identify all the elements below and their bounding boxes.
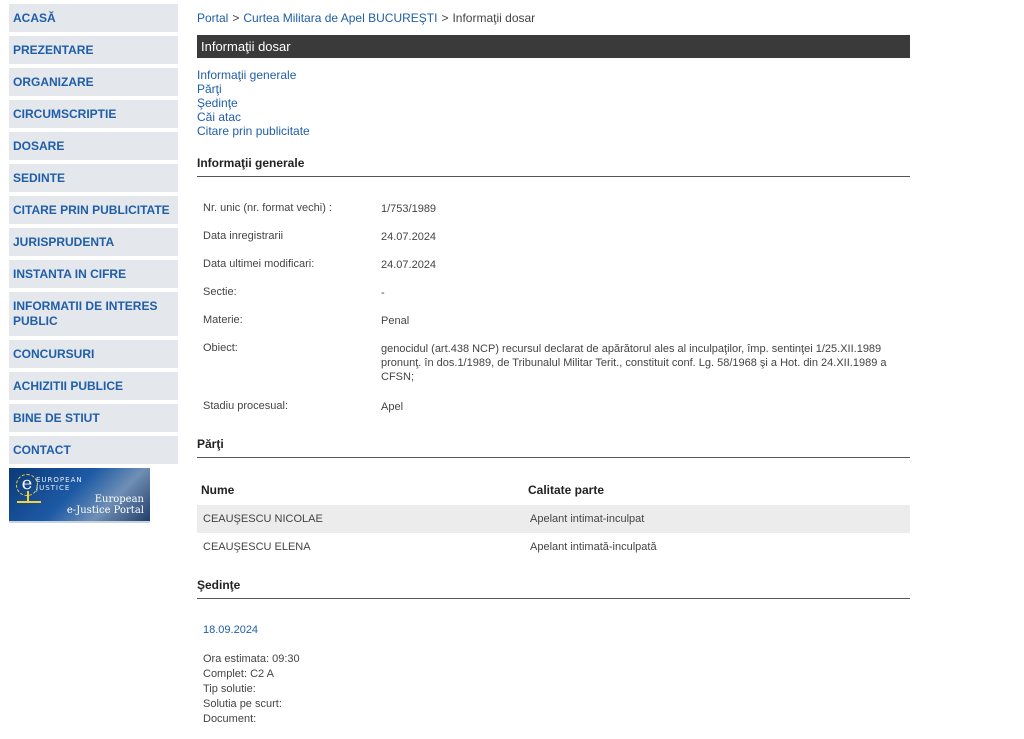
- party-name: CEAUŞESCU NICOLAE: [203, 513, 323, 525]
- e-justice-title: European e-Justice Portal: [66, 494, 144, 516]
- party-role: Apelant intimată-inculpată: [530, 541, 657, 553]
- section-heading-sedinte: Şedinţe: [197, 578, 910, 599]
- breadcrumb-current: Informaţii dosar: [452, 11, 536, 25]
- info-value: 24.07.2024: [381, 259, 437, 271]
- hearing-detail-line: Solutia pe scurt:: [203, 698, 282, 710]
- sidebar-item-dosare[interactable]: DOSARE: [9, 132, 178, 160]
- breadcrumb-separator: >: [441, 11, 449, 25]
- toc-link-cai-atac[interactable]: Căi atac: [197, 110, 310, 124]
- info-label: Sectie:: [203, 286, 237, 298]
- sidebar-item-bine-de-stiut[interactable]: BINE DE STIUT: [9, 404, 178, 432]
- toc-link-citare[interactable]: Citare prin publicitate: [197, 124, 310, 138]
- sidebar-item-sedinte[interactable]: SEDINTE: [9, 164, 178, 192]
- sidebar-item-jurisprudenta[interactable]: JURISPRUDENTA: [9, 228, 178, 256]
- breadcrumb-portal-link[interactable]: Portal: [197, 11, 228, 25]
- table-row: CEAUŞESCU NICOLAE Apelant intimat-inculp…: [197, 505, 910, 533]
- info-value: Apel: [381, 401, 404, 413]
- e-justice-portal-banner[interactable]: e EUROPEAN JUSTICE European e-Justice Po…: [9, 468, 150, 523]
- party-role: Apelant intimat-inculpat: [530, 513, 645, 525]
- hearing-details: Ora estimata: 09:30 Complet: C2 A Tip so…: [203, 652, 300, 727]
- sidebar-item-circumscriptie[interactable]: CIRCUMSCRIPTIE: [9, 100, 178, 128]
- section-heading-parti: Părţi: [197, 437, 910, 458]
- column-header-nume: Nume: [201, 483, 235, 497]
- breadcrumb: Portal > Curtea Militara de Apel BUCUREŞTI…: [197, 11, 535, 25]
- info-label: Data inregistrarii: [203, 230, 284, 242]
- info-label: Data ultimei modificari:: [203, 258, 315, 270]
- sidebar-item-organizare[interactable]: ORGANIZARE: [9, 68, 178, 96]
- toc-link-parti[interactable]: Părţi: [197, 82, 310, 96]
- hearing-detail-line: Tip solutie:: [203, 683, 256, 695]
- info-value: -: [381, 287, 385, 299]
- table-of-contents: Informaţii generale Părţi Şedinţe Căi at…: [197, 68, 310, 138]
- info-label: Obiect:: [203, 342, 238, 354]
- table-row: CEAUŞESCU ELENA Apelant intimată-inculpa…: [197, 533, 910, 561]
- sidebar-item-concursuri[interactable]: CONCURSURI: [9, 340, 178, 368]
- hearing-detail-line: Complet: C2 A: [203, 668, 274, 680]
- info-value: Penal: [381, 315, 410, 327]
- info-label: Nr. unic (nr. format vechi) :: [203, 202, 332, 214]
- party-name: CEAUŞESCU ELENA: [203, 541, 311, 553]
- scales-icon: [17, 491, 41, 513]
- hearing-detail-line: Document:: [203, 713, 257, 725]
- info-value: 24.07.2024: [381, 231, 437, 243]
- toc-link-informatii-generale[interactable]: Informaţii generale: [197, 68, 310, 82]
- page-title: Informaţii dosar: [197, 35, 910, 58]
- section-heading-informatii-generale: Informaţii generale: [197, 156, 910, 177]
- sidebar-item-contact[interactable]: CONTACT: [9, 436, 178, 464]
- sidebar-item-acasa[interactable]: ACASĂ: [9, 4, 178, 32]
- sidebar-item-citare[interactable]: CITARE PRIN PUBLICITATE: [9, 196, 178, 224]
- sidebar-item-informatii-interes-public[interactable]: INFORMATII DE INTERES PUBLIC: [9, 292, 178, 336]
- e-justice-small-text: EUROPEAN JUSTICE: [36, 476, 83, 492]
- breadcrumb-court-link[interactable]: Curtea Militara de Apel BUCUREŞTI: [243, 11, 437, 25]
- toc-link-sedinte[interactable]: Şedinţe: [197, 96, 310, 110]
- sidebar-nav: ACASĂ PREZENTARE ORGANIZARE CIRCUMSCRIPT…: [9, 4, 178, 523]
- info-label: Materie:: [203, 314, 243, 326]
- sidebar-item-prezentare[interactable]: PREZENTARE: [9, 36, 178, 64]
- hearing-detail-line: Ora estimata: 09:30: [203, 653, 300, 665]
- hearing-date: 18.09.2024: [203, 624, 259, 636]
- info-value: genocidul (art.438 NCP) recursul declara…: [381, 343, 887, 383]
- column-header-calitate: Calitate parte: [528, 483, 605, 497]
- sidebar-item-achizitii-publice[interactable]: ACHIZITII PUBLICE: [9, 372, 178, 400]
- breadcrumb-separator: >: [232, 11, 240, 25]
- sidebar-item-instanta-in-cifre[interactable]: INSTANTA IN CIFRE: [9, 260, 178, 288]
- info-label: Stadiu procesual:: [203, 400, 288, 412]
- parti-table-header: Nume Calitate parte: [197, 476, 910, 502]
- info-value: 1/753/1989: [381, 203, 437, 215]
